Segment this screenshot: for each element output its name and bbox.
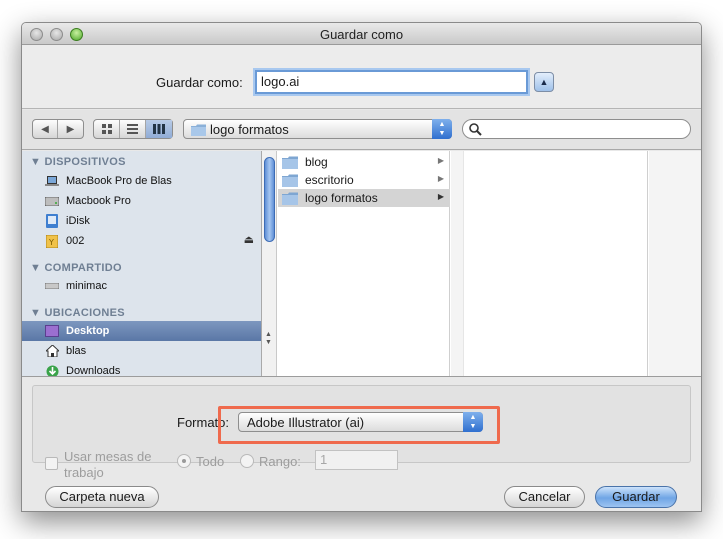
sidebar-item-desktop[interactable]: Desktop: [22, 321, 261, 341]
folder-icon: [282, 174, 298, 187]
sidebar-item-idisk[interactable]: iDisk: [22, 211, 261, 231]
back-button[interactable]: ◀: [33, 120, 58, 138]
file-label: escritorio: [305, 173, 354, 187]
save-options-panel: Formato: Adobe Illustrator (ai) ▲ ▼ Usar …: [22, 378, 701, 511]
chevron-right-icon: ▶: [437, 174, 444, 183]
list-item-folder-blog[interactable]: blog ▶: [278, 153, 450, 171]
list-view-icon: [127, 124, 138, 134]
home-icon: [44, 344, 60, 358]
downloads-icon: [44, 364, 60, 376]
idisk-icon: [44, 214, 60, 228]
sidebar-scroll-thumb[interactable]: [264, 157, 275, 242]
column-gap: [451, 151, 463, 376]
sidebar-scrollbar[interactable]: ▲ ▼: [262, 151, 277, 376]
icon-view-button[interactable]: [94, 120, 120, 138]
network-computer-icon: [44, 279, 60, 293]
sidebar-heading-shared[interactable]: ▼ COMPARTIDO: [30, 262, 122, 274]
sidebar-item-label: MacBook Pro de Blas: [66, 175, 172, 187]
all-radio[interactable]: [177, 454, 191, 468]
sidebar: ▼ DISPOSITIVOS MacBook Pro de Blas Macbo…: [22, 151, 262, 377]
folder-icon: [282, 156, 298, 169]
file-label: blog: [305, 155, 328, 169]
radio-dot: [182, 459, 186, 463]
save-button[interactable]: Guardar: [595, 486, 677, 508]
sidebar-item-label: blas: [66, 345, 87, 357]
location-popup[interactable]: logo formatos ▲ ▼: [183, 119, 452, 139]
sidebar-item-label: minimac: [66, 280, 107, 292]
save-as-label: Guardar como:: [156, 75, 243, 90]
forward-button[interactable]: ▶: [58, 120, 83, 138]
laptop-icon: [44, 174, 60, 188]
save-dialog-window: Guardar como Guardar como: logo.ai ▲ ◀ ▶…: [21, 22, 702, 512]
folder-icon: [282, 192, 298, 205]
column-gap: [649, 151, 701, 376]
scroll-arrows-icon[interactable]: ▲ ▼: [265, 331, 272, 347]
file-browser: ▼ DISPOSITIVOS MacBook Pro de Blas Macbo…: [22, 151, 701, 377]
use-artboards-label: Usar mesas de trabajo: [64, 449, 152, 480]
sidebar-item-label: 002: [66, 235, 85, 247]
range-radio[interactable]: [240, 454, 254, 468]
new-folder-button[interactable]: Carpeta nueva: [45, 486, 159, 508]
eject-icon[interactable]: ⏏: [244, 233, 254, 246]
range-radio-label: Rango:: [259, 454, 301, 469]
cancel-button[interactable]: Cancelar: [504, 486, 585, 508]
annotation-highlight-box: [218, 406, 500, 444]
browser-column-1: blog ▶ escritorio ▶ logo formatos ▶ ||: [278, 151, 462, 376]
location-popup-label: logo formatos: [210, 122, 289, 137]
sidebar-item-002[interactable]: Y 002 ⏏: [22, 231, 261, 251]
filename-input[interactable]: logo.ai: [255, 70, 528, 94]
file-label: logo formatos: [305, 191, 378, 205]
collapse-dialog-button[interactable]: ▲: [534, 72, 554, 92]
browser-column-2: ||: [463, 151, 658, 376]
title-bar[interactable]: Guardar como: [22, 23, 701, 45]
chevron-right-icon: ▶: [437, 156, 444, 165]
desktop-icon: [44, 324, 60, 338]
search-icon: [469, 123, 482, 136]
sidebar-item-macbook-pro-de-blas[interactable]: MacBook Pro de Blas: [22, 171, 261, 191]
popup-arrows-icon: ▲ ▼: [432, 119, 452, 139]
use-artboards-checkbox[interactable]: [45, 457, 58, 470]
hard-disk-icon: [44, 194, 60, 208]
list-view-button[interactable]: [120, 120, 146, 138]
folder-icon: [191, 124, 206, 136]
window-title: Guardar como: [319, 27, 404, 42]
toolbar: ◀ ▶ logo formatos ▲ ▼: [22, 110, 701, 150]
svg-text:Y: Y: [48, 238, 54, 247]
icon-view-icon: [101, 124, 112, 134]
list-item-folder-logo-formatos[interactable]: logo formatos ▶: [278, 189, 450, 207]
sidebar-item-macbook-pro[interactable]: Macbook Pro: [22, 191, 261, 211]
sidebar-heading-places[interactable]: ▼ UBICACIONES: [30, 307, 125, 319]
sidebar-item-label: Desktop: [66, 325, 110, 337]
sidebar-item-minimac[interactable]: minimac: [22, 276, 261, 296]
sidebar-item-downloads[interactable]: Downloads: [22, 361, 261, 377]
view-switcher: [93, 119, 173, 139]
sd-card-icon: Y: [44, 234, 60, 248]
sidebar-item-blas[interactable]: blas: [22, 341, 261, 361]
sidebar-heading-devices[interactable]: ▼ DISPOSITIVOS: [30, 156, 126, 168]
sidebar-item-label: Downloads: [66, 365, 121, 377]
column-view-icon: [153, 124, 165, 134]
list-item-folder-escritorio[interactable]: escritorio ▶: [278, 171, 450, 189]
column-view-button[interactable]: [146, 120, 172, 138]
range-input[interactable]: 1: [315, 450, 398, 470]
chevron-right-icon: ▶: [437, 192, 444, 201]
sidebar-item-label: Macbook Pro: [66, 195, 131, 207]
search-field[interactable]: [462, 119, 691, 139]
history-nav: ◀ ▶: [32, 119, 84, 139]
sidebar-item-label: iDisk: [66, 215, 90, 227]
all-radio-label: Todo: [196, 454, 225, 469]
